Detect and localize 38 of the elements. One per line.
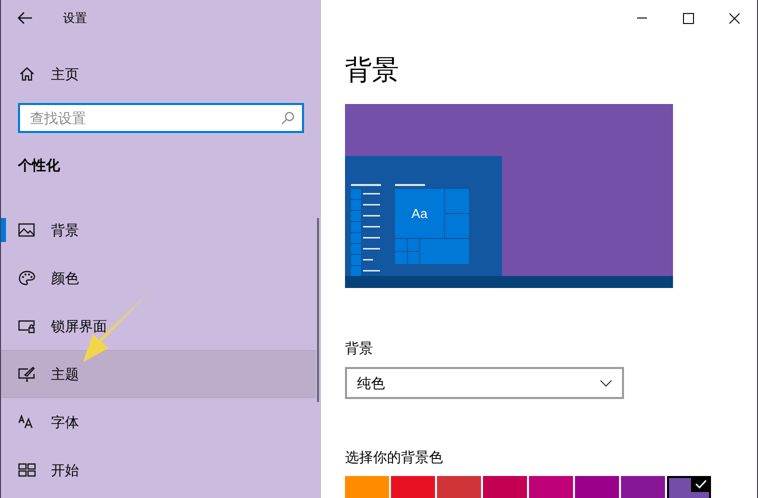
- maximize-icon: [682, 12, 694, 24]
- picture-icon: [18, 222, 36, 238]
- color-swatch[interactable]: [437, 476, 481, 498]
- checkmark-icon: [691, 476, 711, 492]
- nav-item[interactable]: 背景: [1, 206, 316, 254]
- color-swatch[interactable]: [483, 476, 527, 498]
- background-dropdown[interactable]: 纯色: [345, 367, 624, 399]
- nav-item[interactable]: 开始: [1, 446, 316, 494]
- nav-item[interactable]: 颜色: [1, 254, 316, 302]
- color-swatch[interactable]: [667, 476, 711, 498]
- close-icon: [728, 12, 740, 24]
- nav-item[interactable]: 主题: [1, 350, 316, 398]
- minimize-icon: [637, 17, 647, 19]
- start-tiles-icon: [18, 462, 36, 478]
- search-icon: [281, 111, 295, 125]
- window-title: 设置: [63, 10, 87, 27]
- nav-item[interactable]: 字体: [1, 398, 316, 446]
- color-swatch[interactable]: [575, 476, 619, 498]
- theme-brush-icon: [18, 366, 36, 382]
- field-label: 选择你的背景色: [345, 448, 444, 467]
- color-swatch[interactable]: [391, 476, 435, 498]
- chevron-down-icon: [600, 380, 612, 386]
- home-nav-item[interactable]: 主页: [1, 56, 321, 92]
- field-label: 背景: [345, 339, 374, 358]
- back-arrow-icon: [17, 11, 33, 25]
- color-swatch[interactable]: [345, 476, 389, 498]
- nav-item[interactable]: 锁屏界面: [1, 302, 316, 350]
- page-title: 背景: [345, 54, 400, 87]
- section-heading: 个性化: [18, 156, 61, 175]
- search-field[interactable]: 查找设置: [18, 103, 304, 133]
- tile-column-drawing: [445, 189, 469, 238]
- preview-tile: Aa: [395, 189, 444, 238]
- color-swatch[interactable]: [529, 476, 573, 498]
- tiles-header-line: [395, 184, 425, 186]
- home-icon: [19, 66, 35, 82]
- palette-icon: [18, 270, 36, 286]
- lock-screen-icon: [18, 318, 36, 334]
- color-swatch[interactable]: [621, 476, 665, 498]
